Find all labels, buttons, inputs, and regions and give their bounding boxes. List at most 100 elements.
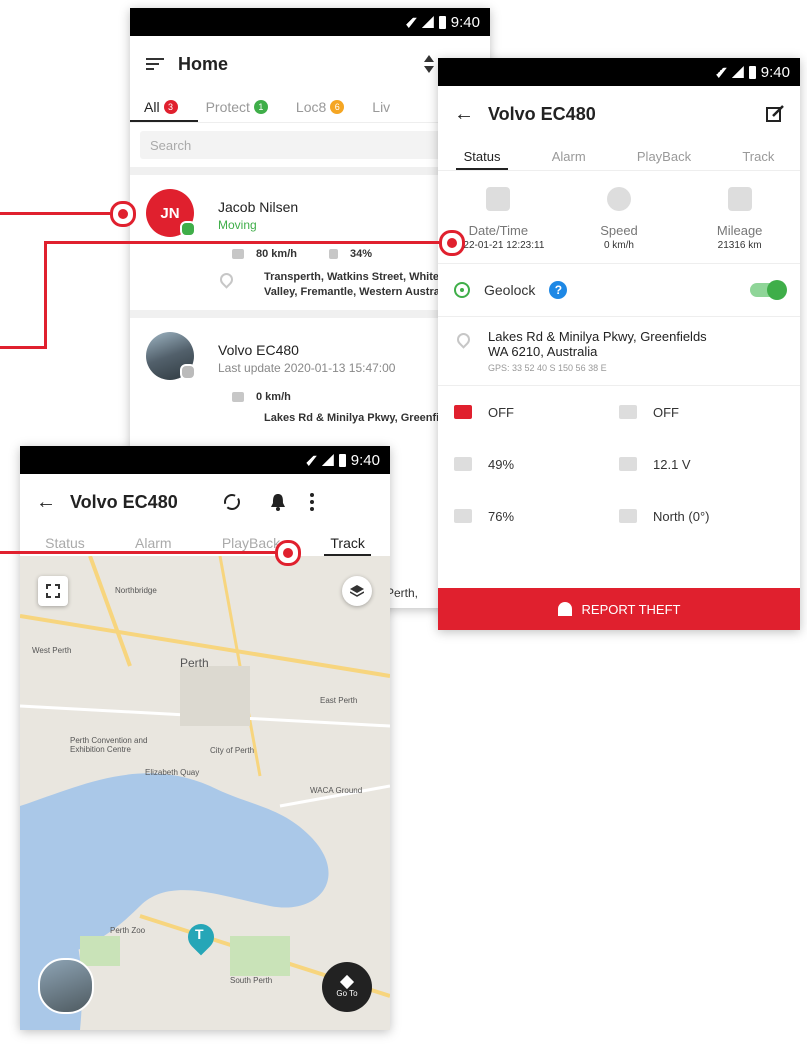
battery-icon [338, 453, 346, 467]
address-row: Lakes Rd & Minilya Pkwy, Greenfields WA … [438, 317, 800, 386]
map-label-east-perth: East Perth [320, 696, 358, 705]
tab-alarm[interactable]: Alarm [552, 142, 586, 170]
signal-icon [421, 16, 434, 28]
wifi-icon [710, 67, 727, 78]
back-arrow-icon[interactable]: ← [454, 103, 474, 126]
tab-all-badge: 3 [163, 100, 178, 114]
callout-line [0, 346, 47, 349]
map-label-convention-centre: Perth Convention and Exhibition Centre [70, 736, 148, 754]
status-bar: 9:40 [20, 446, 390, 474]
help-icon[interactable]: ? [549, 281, 568, 299]
list-item[interactable]: JN Jacob Nilsen Moving 80 km/h 34% Trans… [130, 167, 490, 310]
fuel-icon [328, 249, 338, 259]
engine-icon [454, 405, 472, 419]
avatar: JN [146, 189, 196, 237]
map-label-perth: Perth [180, 656, 209, 670]
gps-text: GPS: 33 52 40 S 150 56 38 E [488, 363, 607, 373]
wifi-icon [400, 17, 417, 28]
location-pin-icon [454, 330, 473, 349]
geolock-toggle[interactable] [750, 280, 787, 300]
map-label-west-perth: West Perth [32, 646, 72, 655]
status-bar: 9:40 [130, 8, 490, 36]
map-label-northbridge: Northbridge [115, 586, 157, 595]
page-title: Home [178, 53, 229, 74]
detail-app-bar: ← Volvo EC480 [438, 86, 800, 142]
sort-icon[interactable] [424, 55, 434, 73]
tab-playback[interactable]: PlayBack [637, 142, 691, 170]
tab-track[interactable]: Track [324, 530, 372, 556]
detail-tabs: Status Alarm PlayBack Track [438, 142, 800, 171]
speed-icon [232, 392, 244, 402]
map-label-perth-zoo: Perth Zoo [110, 926, 146, 935]
clock: 9:40 [450, 13, 480, 31]
address-text: Lakes Rd & Minilya Pkwy, Greenfields WA … [488, 329, 707, 359]
tab-track[interactable]: Track [742, 142, 774, 170]
page-title: Volvo EC480 [70, 491, 178, 512]
geolock-label: Geolock [484, 282, 536, 298]
back-arrow-icon[interactable]: ← [36, 491, 56, 514]
speed-icon [232, 249, 244, 259]
switch-icon [619, 405, 637, 419]
fullscreen-icon[interactable] [38, 576, 68, 606]
battery-icon [454, 509, 472, 523]
home-app-bar: Home [130, 36, 490, 92]
report-theft-button[interactable]: REPORT THEFT [438, 588, 800, 630]
tab-protect-badge: 1 [253, 100, 268, 114]
edit-icon[interactable] [766, 105, 784, 123]
avatar [146, 332, 196, 380]
home-tabs: All 3 Protect 1 Loc8 6 Liv [130, 92, 490, 123]
list-item[interactable]: Volvo EC480 Last update 2020-01-13 15:47… [130, 310, 490, 436]
voltage-icon [619, 457, 637, 471]
more-vert-icon[interactable] [309, 493, 314, 511]
stat-mileage: Mileage 21316 km [685, 187, 795, 251]
status-bar: 9:40 [438, 58, 800, 86]
engine-cell: OFF [454, 386, 619, 438]
callout-marker [439, 230, 465, 256]
location-pin-icon [217, 270, 236, 289]
geolock-icon [454, 282, 470, 298]
tab-loc8[interactable]: Loc8 6 [296, 92, 345, 122]
map-label-waca: WACA Ground [310, 786, 363, 795]
map-label-elizabeth-quay: Elizabeth Quay [145, 768, 200, 777]
voltage-cell: 12.1 V [619, 438, 784, 490]
signal-icon [321, 454, 334, 466]
bell-icon[interactable] [270, 493, 286, 511]
street-view-thumbnail[interactable] [38, 958, 94, 1014]
device-speed: 0 km/h [256, 391, 291, 403]
signal-icon [731, 66, 744, 78]
callout-marker [275, 540, 301, 566]
battery-icon [748, 65, 756, 79]
refresh-icon[interactable] [222, 492, 242, 512]
battery-icon [438, 15, 446, 29]
navigation-icon [339, 974, 355, 989]
fuel-icon [454, 457, 472, 471]
go-to-button[interactable]: Go To [322, 962, 372, 1012]
compass-icon [619, 509, 637, 523]
tab-all[interactable]: All 3 [130, 92, 197, 122]
map-label-city-of-perth: City of Perth [210, 746, 255, 755]
status-grid: OFF OFF 49% 12.1 V 76% North (0°) [438, 386, 800, 542]
peek-text: Perth, [386, 586, 419, 600]
offline-status-dot [180, 364, 196, 380]
callout-line [0, 551, 275, 554]
callout-line [0, 212, 110, 215]
tab-status[interactable]: Status [455, 142, 509, 170]
menu-icon[interactable] [146, 57, 164, 71]
calendar-icon [486, 187, 511, 211]
search-input[interactable]: Search [140, 131, 480, 159]
tab-loc8-badge: 6 [330, 100, 345, 114]
track-app-bar: ← Volvo EC480 [20, 474, 390, 530]
geolock-row: Geolock ? [438, 264, 800, 317]
tab-live[interactable]: Liv [372, 92, 390, 122]
clock: 9:40 [760, 63, 790, 81]
alarm-light-icon [557, 602, 572, 616]
map-view[interactable]: Perth Elizabeth Quay City of Perth Perth… [20, 556, 390, 1030]
heading-cell: North (0°) [619, 490, 784, 542]
tab-protect[interactable]: Protect 1 [206, 92, 268, 122]
battery-cell: 76% [454, 490, 619, 542]
vehicle-marker-label: T [195, 926, 204, 942]
stat-speed: Speed 0 km/h [564, 187, 674, 251]
layers-icon[interactable] [342, 576, 372, 606]
online-status-dot [180, 221, 196, 237]
device-battery: 34% [349, 248, 372, 260]
